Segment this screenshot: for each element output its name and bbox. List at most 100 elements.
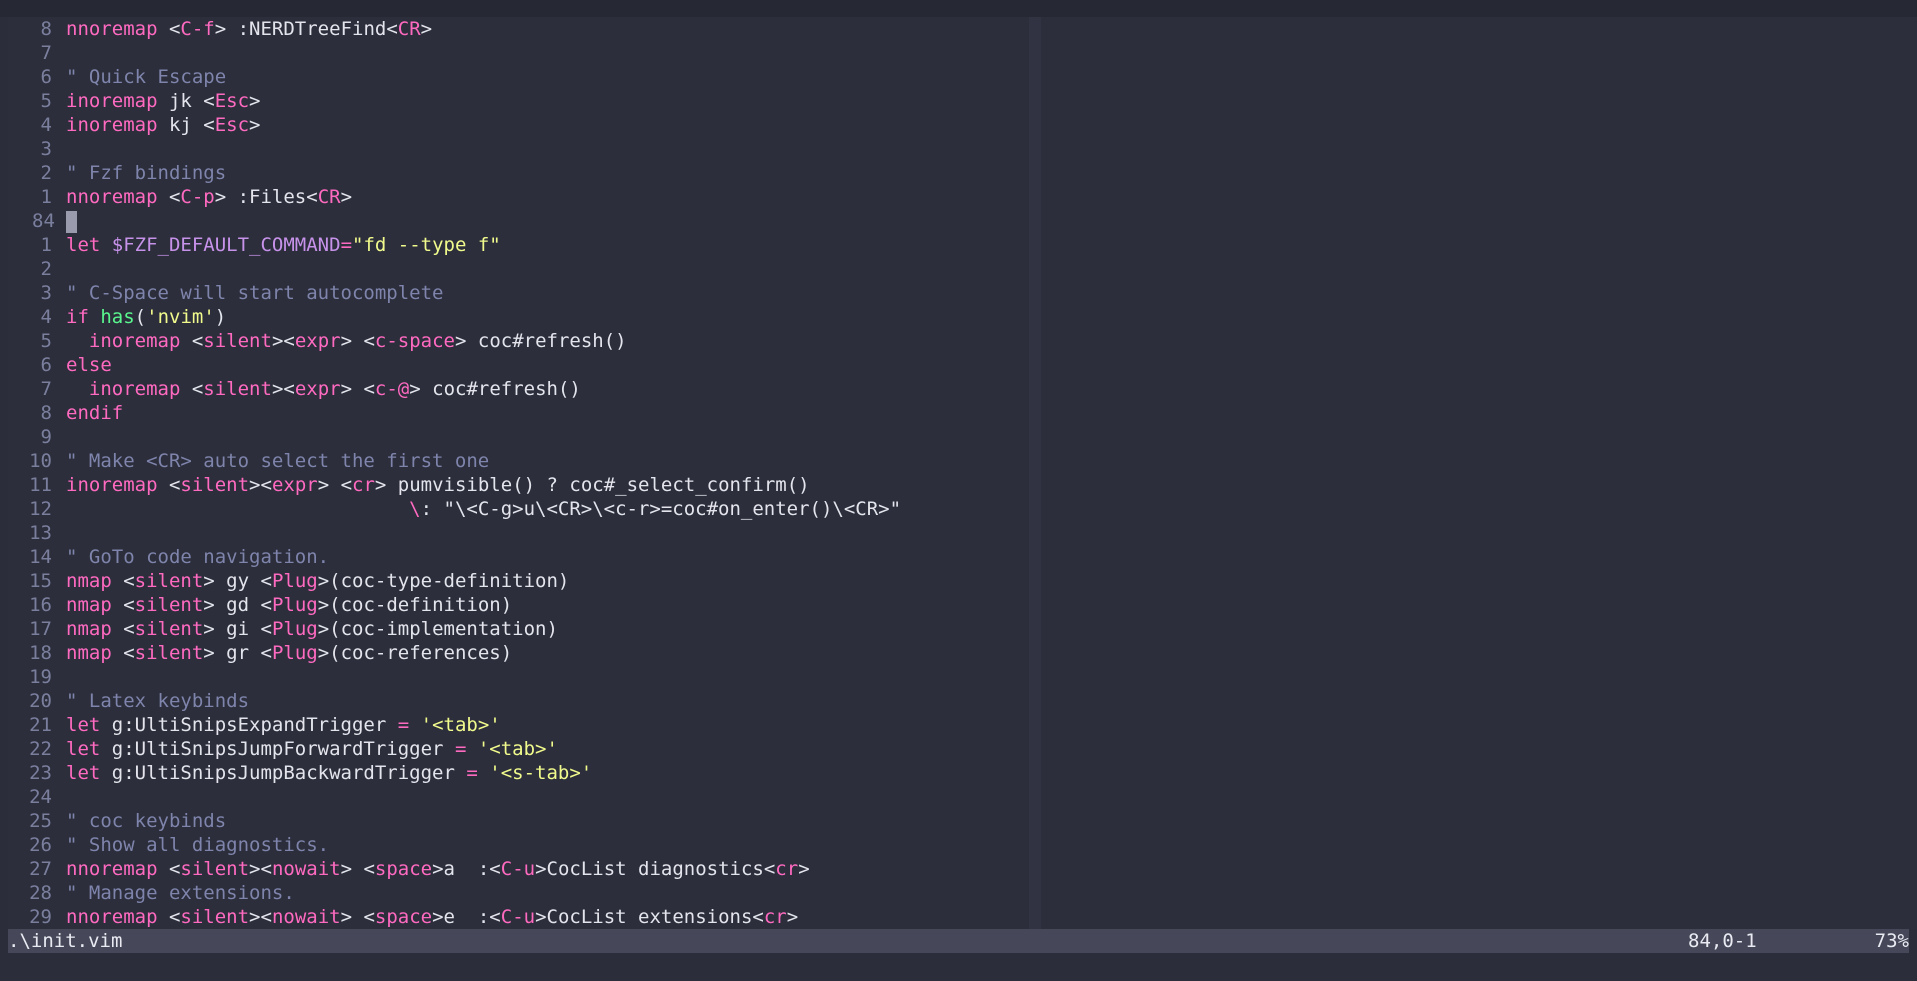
line-number: 84 [32, 210, 55, 232]
code-line[interactable]: 9 [8, 425, 1037, 449]
code-line[interactable]: 5 inoremap <silent><expr> <c-space> coc#… [8, 329, 1037, 353]
code-token: \ [409, 498, 421, 520]
code-line[interactable]: 3 [8, 137, 1037, 161]
code-token: CR [397, 18, 421, 40]
vertical-split-divider[interactable] [1029, 17, 1041, 929]
code-token: inoremap [66, 114, 158, 136]
code-token: let [66, 234, 101, 256]
code-token: > coc#refresh() [409, 378, 581, 400]
line-number: 15 [29, 570, 52, 592]
code-line[interactable]: 17 nmap <silent> gi <Plug>(coc-implementa… [8, 617, 1037, 641]
line-number: 6 [40, 354, 52, 376]
code-line[interactable]: 20 " Latex keybinds [8, 689, 1037, 713]
line-code: endif [66, 401, 123, 425]
line-number: 8 [40, 402, 52, 424]
code-token: " C-Space will start autocomplete [66, 282, 444, 304]
code-line[interactable]: 26 " Show all diagnostics. [8, 833, 1037, 857]
line-number: 14 [29, 546, 52, 568]
line-number: 18 [29, 642, 52, 664]
line-code: inoremap <silent><expr> <c-@> coc#refres… [66, 377, 581, 401]
code-line[interactable]: 24 [8, 785, 1037, 809]
code-token: < [157, 858, 181, 880]
code-token: >CocList extensions< [535, 906, 764, 928]
line-number: 7 [40, 42, 52, 64]
command-line[interactable] [0, 953, 1917, 981]
line-number: 9 [40, 426, 52, 448]
code-line[interactable]: 13 [8, 521, 1037, 545]
line-code: inoremap <silent><expr> <c-space> coc#re… [66, 329, 627, 353]
code-token: let [66, 762, 101, 784]
code-line[interactable]: 16 nmap <silent> gd <Plug>(coc-definition… [8, 593, 1037, 617]
line-number: 26 [29, 834, 52, 856]
code-token: cr [352, 474, 375, 496]
code-token: nmap [66, 594, 112, 616]
code-line[interactable]: 25 " coc keybinds [8, 809, 1037, 833]
code-line[interactable]: 2 " Fzf bindings [8, 161, 1037, 185]
code-line[interactable]: 4 if has('nvim') [8, 305, 1037, 329]
code-token: expr [294, 378, 341, 400]
code-line[interactable]: 1 let $FZF_DEFAULT_COMMAND="fd --type f" [8, 233, 1037, 257]
code-line[interactable]: 27 nnoremap <silent><nowait> <space>a :<C… [8, 857, 1037, 881]
code-token: > < [317, 474, 353, 496]
code-line[interactable]: 19 [8, 665, 1037, 689]
code-line[interactable]: 7 inoremap <silent><expr> <c-@> coc#refr… [8, 377, 1037, 401]
code-token: g:UltiSnipsJumpBackwardTrigger [100, 762, 467, 784]
code-line[interactable]: 4 inoremap kj <Esc> [8, 113, 1037, 137]
code-line[interactable]: 15 nmap <silent> gy <Plug>(coc-type-defin… [8, 569, 1037, 593]
code-token: '<s-tab>' [489, 762, 593, 784]
line-number: 5 [40, 330, 52, 352]
line-number: 4 [40, 306, 52, 328]
code-token: > < [340, 330, 375, 352]
code-line[interactable]: 3 " C-Space will start autocomplete [8, 281, 1037, 305]
line-code: let g:UltiSnipsJumpForwardTrigger = '<ta… [66, 737, 558, 761]
empty-split-pane[interactable] [1041, 17, 1917, 929]
code-token: > :Files< [214, 186, 318, 208]
code-line[interactable]: 84 [8, 209, 1037, 233]
status-scroll-percent: 73% [1874, 930, 1909, 952]
code-token: " Manage extensions. [66, 882, 295, 904]
code-token: inoremap [66, 90, 158, 112]
code-token: > [249, 114, 261, 136]
code-line[interactable]: 8 nnoremap <C-f> :NERDTreeFind<CR> [8, 17, 1037, 41]
code-line[interactable]: 18 nmap <silent> gr <Plug>(coc-references… [8, 641, 1037, 665]
line-number: 3 [40, 282, 52, 304]
code-token: g:UltiSnipsExpandTrigger [100, 714, 398, 736]
code-line[interactable]: 21 let g:UltiSnipsExpandTrigger = '<tab>' [8, 713, 1037, 737]
code-line[interactable]: 6 else [8, 353, 1037, 377]
code-line[interactable]: 28 " Manage extensions. [8, 881, 1037, 905]
code-line[interactable]: 7 [8, 41, 1037, 65]
code-line[interactable]: 29 nnoremap <silent><nowait> <space>e :<C… [8, 905, 1037, 929]
code-token: < [180, 378, 204, 400]
line-number: 17 [29, 618, 52, 640]
code-line[interactable]: 8 endif [8, 401, 1037, 425]
line-code: nnoremap <C-f> :NERDTreeFind<CR> [66, 17, 432, 41]
code-line[interactable]: 1 nnoremap <C-p> :Files<CR> [8, 185, 1037, 209]
line-number: 6 [40, 66, 52, 88]
code-token: < [111, 594, 135, 616]
code-token: nnoremap [66, 858, 158, 880]
line-code: nmap <silent> gy <Plug>(coc-type-definit… [66, 569, 569, 593]
code-line[interactable]: 6 " Quick Escape [8, 65, 1037, 89]
code-token: >e :< [432, 906, 501, 928]
code-token: Esc [214, 90, 250, 112]
code-line[interactable]: 12 \: "\<C-g>u\<CR>\<c-r>=coc#on_enter()… [8, 497, 1037, 521]
code-token: $FZF_DEFAULT_COMMAND [111, 234, 341, 256]
code-line[interactable]: 5 inoremap jk <Esc> [8, 89, 1037, 113]
status-line: .\init.vim 84,0-1 73% [8, 929, 1909, 953]
code-line[interactable]: 2 [8, 257, 1037, 281]
editor-pane[interactable]: 8 nnoremap <C-f> :NERDTreeFind<CR> 7 6 " Qui… [8, 17, 1037, 929]
code-line[interactable]: 11 inoremap <silent><expr> <cr> pumvisibl… [8, 473, 1037, 497]
code-token: > :NERDTreeFind< [214, 18, 398, 40]
code-token: > [249, 90, 261, 112]
code-line[interactable]: 23 let g:UltiSnipsJumpBackwardTrigger = '… [8, 761, 1037, 785]
code-token: > < [340, 906, 375, 928]
code-line[interactable]: 10 " Make <CR> auto select the first one [8, 449, 1037, 473]
code-token: >< [271, 330, 295, 352]
line-code: nnoremap <C-p> :Files<CR> [66, 185, 352, 209]
code-line[interactable]: 22 let g:UltiSnipsJumpForwardTrigger = '<… [8, 737, 1037, 761]
code-token: > [420, 18, 433, 40]
code-line[interactable]: 14 " GoTo code navigation. [8, 545, 1037, 569]
